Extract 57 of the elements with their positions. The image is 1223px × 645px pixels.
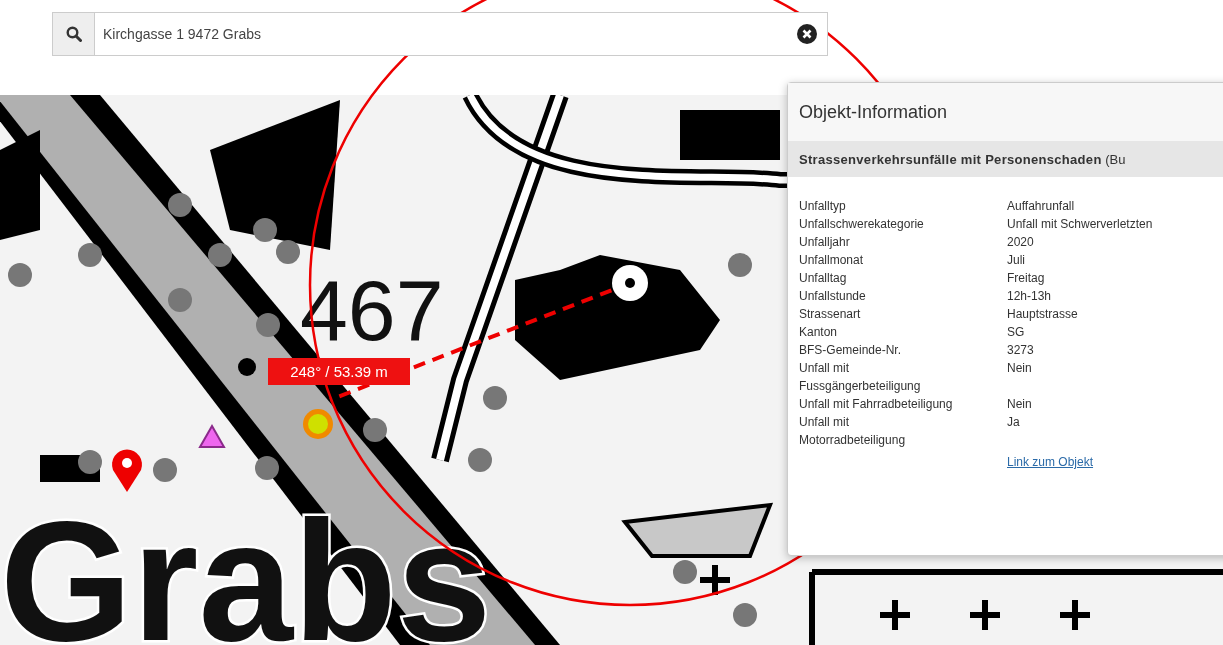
tree-dot [8,263,32,287]
search-button[interactable] [53,13,95,55]
search-icon [65,26,82,42]
tree-dot [168,193,192,217]
attribute-label: Unfalljahr [799,234,851,251]
measurement-label: 248° / 53.39 m [290,363,388,380]
tree-dot [78,450,102,474]
attribute-label: Unfalltyp [799,198,847,215]
tree-dot [255,456,279,480]
tree-dot [483,386,507,410]
target-marker-icon [612,265,648,301]
attribute-label: Unfalltag [799,270,848,287]
close-icon [797,24,817,44]
tree-dot [256,313,280,337]
attribute-value: Auffahrunfall [1007,198,1076,215]
attribute-value: 12h-13h [1007,288,1053,305]
tree-dot [153,458,177,482]
attribute-value: 3273 [1007,342,1035,359]
accident-point-icon [303,409,333,439]
attribute-label: Unfallschwerekategorie [799,216,925,233]
attribute-label: Unfall mit Fussgängerbeteiligung [799,360,922,395]
object-link[interactable]: Link zum Objekt [1007,453,1223,471]
tree-dot [673,560,697,584]
attribute-value: Unfall mit Schwerverletzten [1007,216,1154,233]
attribute-value: 2020 [1007,234,1035,251]
attribute-value: Hauptstrasse [1007,306,1079,323]
panel-title: Objekt-Information [788,83,1223,141]
tree-dot [253,218,277,242]
tree-dot [208,243,232,267]
tree-dot [78,243,102,267]
tree-dot [468,448,492,472]
attribute-value: Juli [1007,252,1026,269]
tree-dot [363,418,387,442]
attribute-label: Unfall mit Motorradbeteiligung [799,414,907,449]
cross-symbol [967,597,1003,633]
point-dot [238,358,256,376]
tree-dot [276,240,300,264]
attribute-label: Unfall mit Fahrradbeteiligung [799,396,954,413]
attribute-value: Ja [1007,414,1021,431]
attribute-value: Nein [1007,396,1033,413]
tree-dot [168,288,192,312]
attribute-value: Freitag [1007,270,1046,287]
attribute-label: BFS-Gemeinde-Nr. [799,342,903,359]
attribute-value: Nein [1007,360,1033,377]
layer-title: Strassenverkehrsunfälle mit Personenschaden (Bu [799,151,1126,167]
tree-dot [733,603,757,627]
cross-symbol [1057,597,1093,633]
tree-dot [728,253,752,277]
attribute-value: SG [1007,324,1026,341]
cross-symbol [697,562,733,598]
attribute-label: Kanton [799,324,839,341]
attribute-label: Unfallmonat [799,252,865,269]
triangle-marker-icon [198,424,226,448]
location-pin-icon [112,449,142,492]
cross-symbol [877,597,913,633]
attribute-label: Strassenart [799,306,862,323]
attribute-label: Unfallstunde [799,288,867,305]
